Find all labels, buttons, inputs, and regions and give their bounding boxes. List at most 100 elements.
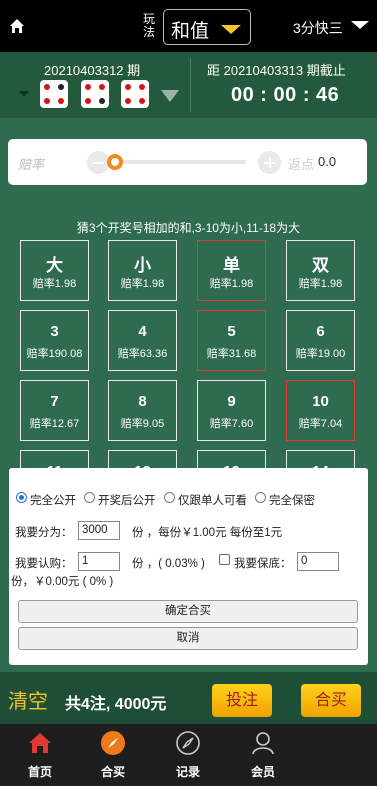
chevron-down-icon[interactable] — [351, 21, 369, 29]
bet-option-odds: 赔率1.98 — [298, 278, 343, 290]
tab-label: 记录 — [175, 765, 200, 779]
bet-option-label: 单 — [223, 256, 240, 275]
bet-option-odds: 赔率12.67 — [29, 418, 80, 430]
top-bar: 玩法 和值 3分快三 — [0, 0, 377, 52]
tab-member[interactable]: 会员 — [223, 724, 303, 786]
bet-option-odds: 赔率19.00 — [295, 348, 346, 360]
bet-summary-bar: 清空 共4注, 4000元 投注 合买 — [0, 672, 377, 724]
user-icon — [252, 732, 274, 755]
bet-option[interactable]: 7 赔率12.67 — [20, 380, 89, 441]
tab-label: 首页 — [27, 765, 52, 779]
buy-input[interactable]: 1 — [78, 552, 120, 571]
radio-label: 完全公开 — [30, 495, 76, 507]
tab-label: 合买 — [100, 765, 125, 779]
bet-option[interactable]: 双赔率1.98 — [286, 240, 355, 301]
bet-option-label: 7 — [50, 393, 59, 410]
bet-option[interactable]: 3 赔率190.08 — [20, 310, 89, 371]
rebate-value: 0.0 — [318, 154, 337, 169]
split-label: 我要分为： — [15, 527, 73, 539]
tab-joint-buy[interactable]: 合买 — [73, 724, 153, 786]
bet-option-odds: 赔率1.98 — [32, 278, 77, 290]
bet-option-odds: 赔率31.68 — [206, 348, 257, 360]
divider — [190, 58, 191, 112]
tab-label: 会员 — [250, 765, 275, 779]
odds-slider-card: 赔率 返点 0.0 — [8, 139, 367, 185]
home-icon[interactable] — [9, 18, 25, 34]
plus-icon[interactable] — [258, 151, 281, 174]
bet-option[interactable]: 9 赔率7.60 — [197, 380, 266, 441]
bet-option-label: 6 — [316, 323, 325, 340]
triangle-icon — [19, 91, 29, 97]
radio-public[interactable] — [16, 492, 27, 503]
bet-option-label: 3 — [50, 323, 59, 340]
next-issue: 距 20210403313 期截止 — [207, 63, 346, 78]
rule-hint: 猜3个开奖号相加的和,3-10为小,11-18为大 — [76, 221, 301, 235]
play-mode-select[interactable]: 和值 — [163, 9, 251, 45]
bet-option-odds: 赔率9.05 — [120, 418, 165, 430]
compass-badge-icon — [101, 731, 125, 755]
guarantee-input[interactable]: 0 — [297, 552, 339, 571]
bet-option[interactable]: 单赔率1.98 — [197, 240, 266, 301]
guarantee-checkbox[interactable] — [219, 554, 230, 565]
bet-option-label: 小 — [134, 256, 151, 275]
bet-option-odds: 赔率7.04 — [298, 418, 343, 430]
odds-label: 赔率 — [18, 157, 45, 172]
radio-followers[interactable] — [164, 492, 175, 503]
last-issue: 20210403312 期 — [44, 63, 141, 78]
compass-icon — [176, 731, 200, 755]
radio-label: 开奖后公开 — [98, 495, 156, 507]
bet-option-odds: 赔率1.98 — [120, 278, 165, 290]
confirm-joint-buy-button[interactable]: 确定合买 — [18, 600, 358, 623]
expand-history-icon[interactable] — [161, 90, 179, 102]
bet-option[interactable]: 6 赔率19.00 — [286, 310, 355, 371]
dice-icon — [81, 80, 109, 108]
bet-option-label: 大 — [46, 256, 63, 275]
home-icon — [29, 733, 51, 753]
cancel-button[interactable]: 取消 — [18, 627, 358, 650]
clear-button[interactable]: 清空 — [8, 685, 48, 714]
bet-option-odds: 赔率63.36 — [117, 348, 168, 360]
joint-buy-button[interactable]: 合买 — [301, 684, 361, 717]
bet-option-label: 双 — [312, 256, 329, 275]
bet-option-label: 5 — [227, 323, 236, 340]
play-mode-value: 和值 — [171, 21, 210, 42]
dice-icon — [40, 80, 68, 108]
bet-option[interactable]: 大赔率1.98 — [20, 240, 89, 301]
period-panel: 20210403312 期 距 20210403313 期截止 00 : 00 … — [0, 52, 377, 118]
rebate-label: 返点 — [288, 157, 315, 172]
bet-option-label: 9 — [227, 393, 236, 410]
place-bet-button[interactable]: 投注 — [212, 684, 272, 717]
bet-option-odds: 赔率7.60 — [209, 418, 254, 430]
bet-option-label: 8 — [138, 393, 147, 410]
bet-option[interactable]: 8 赔率9.05 — [108, 380, 177, 441]
countdown-timer: 00 : 00 : 46 — [231, 84, 340, 106]
buy-label: 我要认购： — [15, 558, 73, 570]
bet-option-label: 4 — [138, 323, 147, 340]
tab-bar: 首页 合买 记录 会员 — [0, 724, 377, 786]
guarantee-suffix: 份，￥0.00元 ( 0% ) — [11, 576, 114, 588]
bet-option[interactable]: 10 赔率7.04 — [286, 380, 355, 441]
bet-option-label: 10 — [312, 393, 329, 410]
chevron-down-icon — [221, 25, 241, 34]
radio-label: 完全保密 — [269, 495, 315, 507]
slider-track[interactable] — [112, 160, 246, 164]
tab-home[interactable]: 首页 — [0, 724, 80, 786]
bet-option-odds: 赔率1.98 — [209, 278, 254, 290]
bet-option[interactable]: 小赔率1.98 — [108, 240, 177, 301]
tab-records[interactable]: 记录 — [148, 724, 228, 786]
split-input[interactable]: 3000 — [78, 521, 120, 540]
guarantee-label: 我要保底： — [234, 558, 292, 570]
radio-after-draw[interactable] — [84, 492, 95, 503]
dice-icon — [121, 80, 149, 108]
joint-buy-dialog: 完全公开 开奖后公开 仅跟单人可看 完全保密 我要分为： 3000 份 ，每份￥… — [9, 468, 368, 665]
bet-option[interactable]: 5 赔率31.68 — [197, 310, 266, 371]
bet-option-odds: 赔率190.08 — [26, 348, 83, 360]
play-mode-label: 玩法 — [143, 12, 156, 39]
bet-count: 共4注, 4000元 — [65, 696, 167, 713]
radio-private[interactable] — [255, 492, 266, 503]
slider-thumb[interactable] — [107, 154, 123, 170]
bet-option[interactable]: 4 赔率63.36 — [108, 310, 177, 371]
split-suffix: 份 ，每份￥1.00元 每份至1元 — [132, 527, 283, 539]
buy-suffix: 份 ，( 0.03% ) — [132, 558, 205, 570]
game-selector[interactable]: 3分快三 — [293, 18, 343, 38]
